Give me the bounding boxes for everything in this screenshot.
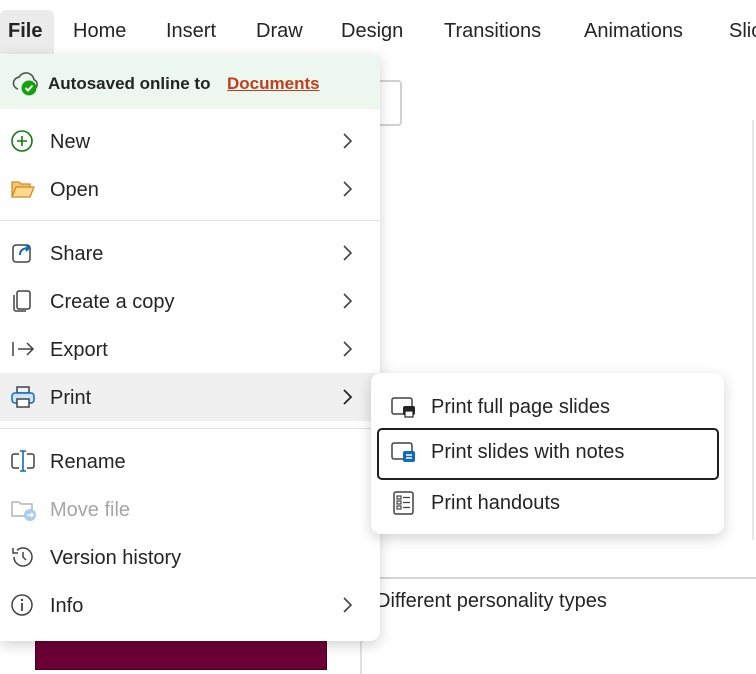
- move-file-icon: [11, 501, 36, 521]
- tab-home[interactable]: Home: [73, 20, 126, 43]
- chevron-right-icon: [343, 245, 353, 261]
- cloud-check-icon: [12, 72, 38, 96]
- menu-item-label: Rename: [50, 451, 126, 473]
- menu-item-rename[interactable]: Rename: [0, 437, 380, 485]
- menu-item-create-copy[interactable]: Create a copy: [0, 277, 380, 325]
- autosave-banner: Autosaved online to Documents: [0, 55, 380, 109]
- menu-item-share[interactable]: Share: [0, 229, 380, 277]
- menu-separator: [0, 428, 380, 429]
- chevron-right-icon: [343, 389, 353, 405]
- export-arrow-icon: [12, 342, 35, 356]
- speaker-notes-text[interactable]: Different personality types: [376, 590, 607, 613]
- menu-item-open[interactable]: Open: [0, 165, 380, 213]
- submenu-item-label: Print slides with notes: [431, 441, 625, 463]
- plus-circle-icon: [11, 130, 33, 152]
- tab-animations[interactable]: Animations: [584, 20, 683, 43]
- menu-item-export[interactable]: Export: [0, 325, 380, 373]
- tab-file-label: File: [8, 20, 43, 42]
- menu-item-label: Open: [50, 179, 99, 201]
- chevron-right-icon: [343, 293, 353, 309]
- menu-item-label: Move file: [50, 499, 131, 521]
- print-full-page-icon: [391, 397, 415, 418]
- menu-item-label: Create a copy: [50, 291, 175, 313]
- chevron-right-icon: [343, 597, 353, 613]
- copy-icon: [13, 290, 31, 312]
- info-icon: [11, 594, 33, 616]
- autosave-location-link[interactable]: Documents: [227, 74, 320, 94]
- print-submenu: Print full page slides Print slides with…: [371, 373, 724, 534]
- menu-item-label: Print: [50, 387, 92, 409]
- menu-item-label: Export: [50, 339, 108, 361]
- submenu-item-print-full-page[interactable]: Print full page slides: [377, 383, 717, 431]
- menu-item-label: New: [50, 131, 91, 153]
- autosave-label: Autosaved online to: [48, 74, 211, 93]
- tab-design[interactable]: Design: [341, 20, 403, 43]
- menu-item-label: Share: [50, 243, 104, 265]
- menu-separator: [0, 220, 380, 221]
- menu-item-label: Info: [50, 595, 84, 617]
- chevron-right-icon: [343, 181, 353, 197]
- print-notes-icon: [391, 442, 415, 462]
- menu-item-label: Version history: [50, 547, 182, 569]
- menu-item-info[interactable]: Info: [0, 581, 380, 629]
- tab-slideshow[interactable]: Slic: [729, 20, 756, 43]
- tab-draw[interactable]: Draw: [256, 20, 303, 43]
- chevron-right-icon: [343, 341, 353, 357]
- submenu-item-print-handouts[interactable]: Print handouts: [377, 479, 717, 527]
- file-menu: Autosaved online to Documents New Open S…: [0, 55, 380, 641]
- history-icon: [12, 547, 33, 567]
- notes-divider[interactable]: [362, 577, 756, 579]
- handouts-icon: [393, 491, 414, 515]
- printer-icon: [11, 386, 35, 408]
- menu-item-move-file[interactable]: Move file: [0, 485, 380, 533]
- menu-item-version-history[interactable]: Version history: [0, 533, 380, 581]
- menu-item-new[interactable]: New: [0, 117, 380, 165]
- menu-item-print[interactable]: Print: [0, 373, 380, 421]
- tab-insert[interactable]: Insert: [166, 20, 216, 43]
- submenu-item-print-with-notes[interactable]: Print slides with notes: [377, 428, 719, 480]
- chevron-right-icon: [343, 133, 353, 149]
- rename-icon: [11, 450, 35, 472]
- tab-file[interactable]: File: [0, 10, 54, 54]
- share-icon: [12, 244, 32, 263]
- folder-icon: [11, 181, 35, 198]
- slide-edge: [752, 120, 754, 540]
- submenu-item-label: Print full page slides: [431, 396, 610, 418]
- tab-transitions[interactable]: Transitions: [444, 20, 541, 43]
- submenu-item-label: Print handouts: [431, 492, 560, 514]
